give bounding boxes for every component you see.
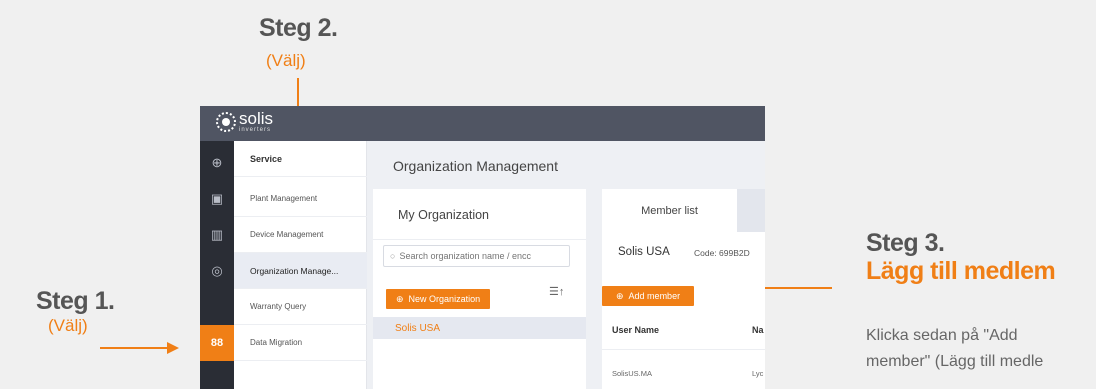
- add-member-button[interactable]: ⊕ Add member: [602, 286, 695, 306]
- step1-title: Steg 1.: [36, 287, 115, 315]
- top-bar: solis inverters: [200, 106, 765, 141]
- organization-code: Code: 699B2D: [694, 248, 750, 258]
- plus-circle-icon: ⊕: [616, 290, 624, 301]
- step2-select-label: (Välj): [266, 51, 306, 70]
- icon-sidebar: ⊕ ▣ ▥ ◎ 88: [200, 141, 234, 389]
- sort-icon[interactable]: ☰↑: [549, 285, 564, 298]
- sun-icon: [216, 111, 236, 132]
- step3-desc-line1: Klicka sedan på "Add: [866, 327, 1018, 344]
- divider: [373, 239, 586, 240]
- menu-item-organization-management[interactable]: Organization Manage...: [234, 253, 367, 289]
- add-member-label: Add member: [628, 291, 681, 301]
- device-icon[interactable]: ▣: [200, 181, 234, 217]
- step3-desc-line2: member" (Lägg till medle: [866, 353, 1044, 370]
- my-organization-title: My Organization: [398, 208, 490, 222]
- step1-select-label: (Välj): [48, 316, 88, 335]
- menu-item-device-management[interactable]: Device Management: [234, 217, 367, 253]
- menu-item-data-migration[interactable]: Data Migration: [234, 325, 367, 361]
- column-header-user-name: User Name: [612, 325, 660, 335]
- service-icon[interactable]: 88: [200, 325, 234, 361]
- eye-icon[interactable]: ◎: [200, 253, 234, 289]
- step1-arrow: [100, 347, 168, 349]
- plus-circle-icon: ⊕: [396, 293, 404, 304]
- organization-row[interactable]: Solis USA: [373, 317, 586, 339]
- tab-bar: Member list: [602, 189, 765, 232]
- selected-organization-name: Solis USA: [618, 246, 670, 258]
- step2-title: Steg 2.: [259, 14, 338, 42]
- menu-item-warranty-query[interactable]: Warranty Query: [234, 289, 367, 325]
- member-panel: Member list Solis USA Code: 699B2D ⊕ Add…: [602, 189, 765, 389]
- tab-member-list[interactable]: Member list: [602, 189, 737, 232]
- table-cell-name: Lyc: [752, 369, 764, 378]
- search-input[interactable]: [399, 251, 560, 261]
- new-organization-button[interactable]: ⊕ New Organization: [386, 289, 491, 309]
- step3-action-title: Lägg till medlem: [866, 257, 1056, 285]
- search-icon: ○: [390, 251, 396, 261]
- service-menu: Service Plant Management Device Manageme…: [234, 141, 367, 389]
- column-header-name: Na: [752, 325, 764, 335]
- chart-icon[interactable]: ▥: [200, 217, 234, 253]
- divider: [602, 349, 765, 350]
- brand-name: solis: [239, 109, 274, 128]
- table-cell-username: SolisUS.MA: [612, 369, 653, 378]
- menu-item-plant-management[interactable]: Plant Management: [234, 181, 367, 217]
- page-title: Organization Management: [393, 158, 558, 174]
- step3-title: Steg 3.: [866, 229, 945, 257]
- brand-sub: inverters: [239, 127, 272, 133]
- menu-header-service: Service: [234, 141, 367, 177]
- app-window: solis inverters ⊕ ▣ ▥ ◎ 88 Service Plant…: [200, 106, 765, 389]
- brand-logo[interactable]: solis inverters: [216, 110, 273, 133]
- new-organization-label: New Organization: [408, 294, 481, 304]
- step1-arrow-head: [167, 342, 179, 354]
- plant-icon[interactable]: ⊕: [200, 145, 234, 181]
- my-organization-panel: My Organization ○ ⊕ New Organization ☰↑ …: [373, 189, 586, 389]
- organization-search[interactable]: ○: [383, 245, 570, 267]
